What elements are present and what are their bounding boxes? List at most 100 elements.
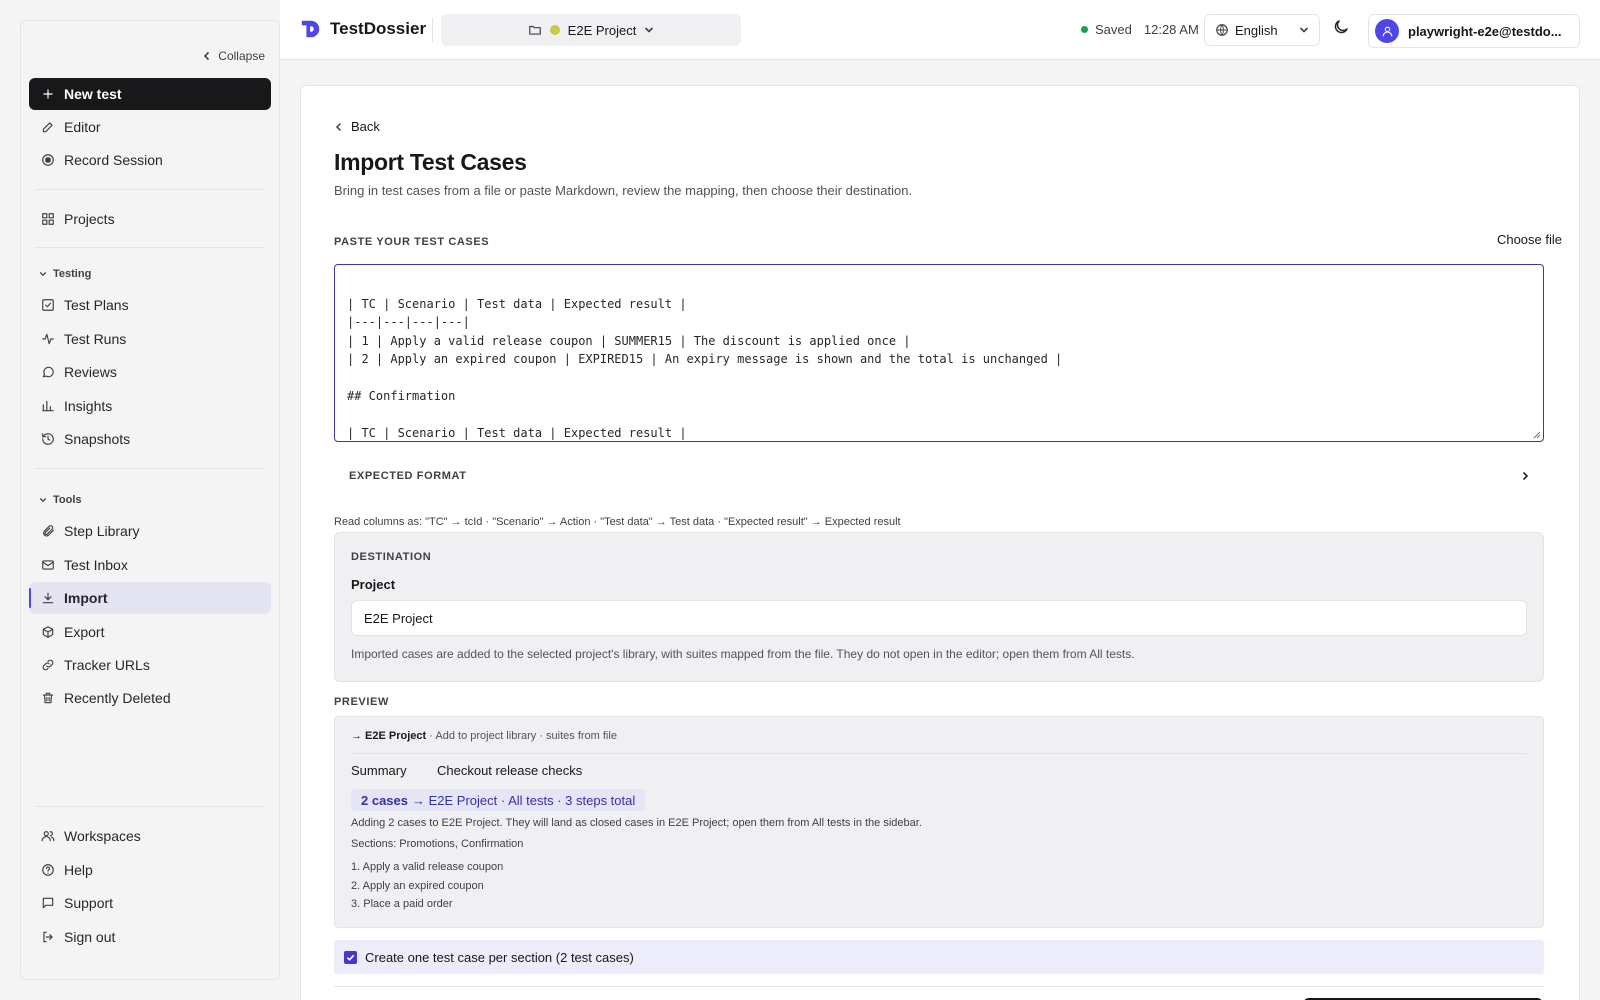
preview-step-3: 3. Place a paid order [351,898,453,910]
sidebar-item-record-session[interactable]: Record Session [29,144,271,176]
back-link[interactable]: Back [335,119,380,134]
message-circle-icon [42,366,54,378]
sidebar-item-recently-deleted[interactable]: Recently Deleted [29,682,271,714]
sidebar-item-label: Test Inbox [64,557,128,573]
sidebar-item-test-runs[interactable]: Test Runs [29,323,271,355]
sidebar-item-test-plans[interactable]: Test Plans [29,289,271,321]
sidebar-item-workspaces[interactable]: Workspaces [29,820,271,852]
textarea-line: | 1 | Apply a valid release coupon | SUM… [347,333,911,348]
paperclip-icon [43,525,54,537]
one-case-per-section-option[interactable]: Create one test case per section (2 test… [334,940,1544,974]
project-switcher[interactable]: E2E Project [441,14,741,46]
new-test-button[interactable]: New test [29,78,271,110]
preview-summary-label: Summary [351,763,407,778]
tools-group-toggle[interactable]: Tools [39,494,82,506]
expected-format-toggle[interactable]: EXPECTED FORMAT [334,461,1544,491]
saved-time: 12:28 AM [1143,22,1199,37]
footer-divider [334,986,1544,987]
testing-group-toggle[interactable]: Testing [39,268,91,280]
testdossier-logo-icon [301,20,320,38]
project-select[interactable]: E2E Project [351,600,1527,636]
help-circle-icon [42,864,54,876]
preview-panel: → E2E Project · Add to project library ·… [334,716,1544,928]
checkbox-icon [42,299,54,311]
page-title: Import Test Cases [334,149,527,175]
sidebar-item-label: Projects [64,211,115,227]
import-card: Back Import Test Cases Bring in test cas… [300,85,1580,1000]
one-case-per-section-label: Create one test case per section (2 test… [365,949,634,965]
theme-toggle[interactable] [1332,18,1350,39]
link-icon [42,659,54,671]
bar-chart-icon [42,400,54,412]
one-case-per-section-checkbox[interactable] [344,950,357,964]
history-icon [42,433,54,445]
brand[interactable]: TestDossier [300,18,426,40]
brand-name: TestDossier [330,19,427,38]
textarea-line: | TC | Scenario | Test data | Expected r… [347,425,687,440]
textarea-line: ## Confirmation [347,388,456,403]
sidebar-item-support[interactable]: Support [29,887,271,919]
testing-group-label: Testing [53,268,92,280]
sidebar-item-reviews[interactable]: Reviews [29,356,271,388]
user-menu[interactable]: playwright-e2e@testdo... [1368,14,1580,48]
plus-icon [43,89,53,99]
top-bar: TestDossier E2E Project Saved 12:28 AM E… [280,0,1600,60]
chevron-left-icon [335,122,342,131]
preview-adding-note: Adding 2 cases to E2E Project. They will… [351,817,922,829]
sidebar-item-step-library[interactable]: Step Library [29,515,271,547]
moon-icon [1334,20,1348,34]
resize-handle-icon[interactable] [1533,431,1541,439]
sidebar-item-label: Recently Deleted [64,690,171,706]
saved-label: Saved [1095,22,1132,37]
record-icon [42,154,54,166]
tools-group-label: Tools [53,494,82,506]
sidebar-item-sign-out[interactable]: Sign out [29,921,271,953]
page-subtitle: Bring in test cases from a file or paste… [334,183,913,198]
collapse-button[interactable]: Collapse [202,49,265,63]
cases-count-badge: 2 cases → E2E Project · All tests · 3 st… [351,789,646,811]
sidebar-item-export[interactable]: Export [29,616,271,648]
log-out-icon [43,931,53,943]
sidebar-item-tracker-urls[interactable]: Tracker URLs [29,649,271,681]
sidebar-item-label: Help [64,862,93,878]
sidebar-divider [35,247,265,248]
project-status-dot [549,25,560,35]
sidebar-item-projects[interactable]: Projects [29,203,271,235]
preview-divider [351,753,1527,754]
test-cases-textarea[interactable]: | TC | Scenario | Test data | Expected r… [334,264,1544,442]
grid-icon [42,213,54,225]
sidebar-item-label: Reviews [64,364,117,380]
sidebar-item-editor[interactable]: Editor [29,111,271,143]
textarea-line: | TC | Scenario | Test data | Expected r… [347,296,687,311]
preview-target: → E2E Project · Add to project library ·… [351,730,617,742]
back-label: Back [351,119,380,134]
download-icon [42,592,54,604]
chevron-down-icon [39,497,47,503]
sidebar-divider [35,189,265,190]
sidebar-item-import[interactable]: Import [29,582,271,614]
expected-format-label: EXPECTED FORMAT [349,470,467,482]
sidebar-item-snapshots[interactable]: Snapshots [29,423,271,455]
textarea-content: | TC | Scenario | Test data | Expected r… [347,295,1531,441]
textarea-line [347,368,1531,386]
project-switcher-label: E2E Project [567,22,637,38]
language-select[interactable]: English [1204,14,1320,46]
project-select-value: E2E Project [364,610,433,626]
choose-file-button[interactable]: Choose file [1497,232,1562,247]
users-icon [41,831,55,842]
sidebar-item-help[interactable]: Help [29,854,271,886]
sidebar-item-label: Record Session [64,152,163,168]
preview-step-2: 2. Apply an expired coupon [351,880,484,892]
new-test-label: New test [64,86,122,102]
sidebar-item-test-inbox[interactable]: Test Inbox [29,549,271,581]
chevron-left-icon [204,51,210,61]
project-field-label: Project [351,577,396,592]
check-icon [346,954,355,961]
trash-icon [42,692,54,704]
sidebar-item-label: Snapshots [64,431,131,447]
cases-destination: → E2E Project · All tests · 3 steps tota… [412,792,636,808]
sidebar-item-insights[interactable]: Insights [29,390,271,422]
collapse-label: Collapse [218,49,265,63]
preview-summary-value: Checkout release checks [437,763,583,778]
destination-heading: DESTINATION [351,551,432,563]
